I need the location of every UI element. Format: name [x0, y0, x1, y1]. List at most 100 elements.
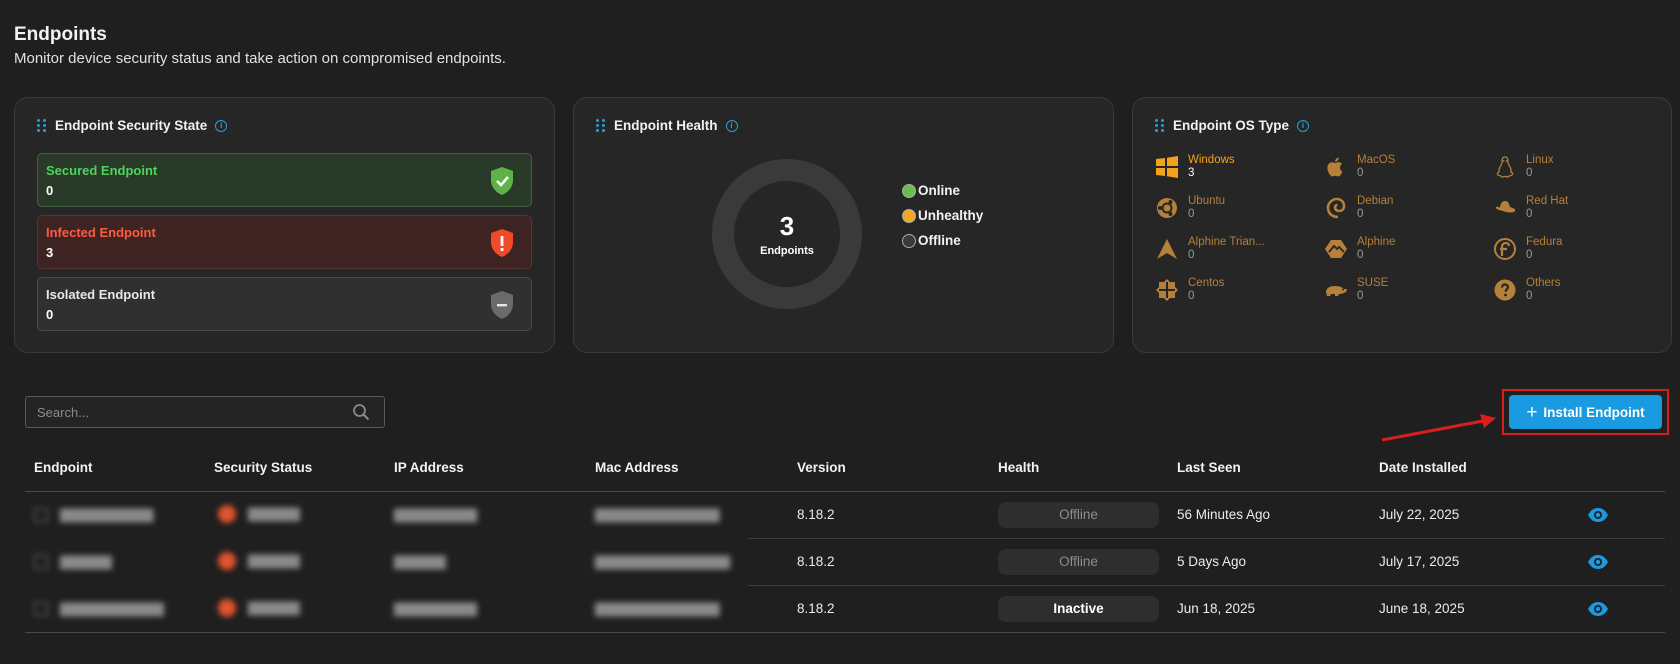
- os-name: Ubuntu: [1188, 195, 1226, 207]
- view-eye-icon[interactable]: [1587, 506, 1609, 524]
- infected-label: Infected Endpoint: [46, 225, 156, 240]
- legend-online[interactable]: Online: [902, 178, 983, 203]
- os-count: 0: [1357, 290, 1364, 302]
- alpine-triangle-icon: [1157, 239, 1177, 259]
- health-legend: Online Unhealthy Offline: [902, 178, 983, 253]
- col-ip-address[interactable]: IP Address: [394, 460, 464, 475]
- os-ubuntu[interactable]: Ubuntu 0: [1155, 195, 1315, 225]
- page-title: Endpoints: [14, 24, 107, 45]
- version-cell: 8.18.2: [797, 554, 835, 569]
- endpoints-table: Endpoint Security Status IP Address Mac …: [25, 448, 1665, 633]
- drag-handle-icon[interactable]: [37, 118, 47, 133]
- col-version[interactable]: Version: [797, 460, 846, 475]
- search-input[interactable]: [25, 396, 385, 428]
- redacted-status: ▇▇▇▇▇: [218, 505, 300, 523]
- os-linux[interactable]: Linux 0: [1493, 154, 1653, 184]
- date-installed-cell: June 18, 2025: [1379, 601, 1465, 616]
- last-seen-cell: 56 Minutes Ago: [1177, 507, 1271, 522]
- isolated-count: 0: [46, 307, 54, 322]
- col-security-status[interactable]: Security Status: [214, 460, 312, 475]
- windows-icon: [1156, 156, 1178, 178]
- legend-label: Online: [918, 183, 961, 198]
- legend-label: Offline: [918, 233, 961, 248]
- card-title: Endpoint OS Type: [1173, 118, 1289, 133]
- table-row[interactable]: ▇▇▇▇▇▇▇▇▇▇ ▇▇▇▇▇ ▇▇▇▇▇▇▇▇ ▇▇▇▇▇▇▇▇▇▇▇▇ 8…: [25, 586, 1665, 633]
- unhealthy-dot-icon: [902, 208, 916, 223]
- os-name: Linux: [1526, 154, 1554, 166]
- view-eye-icon[interactable]: [1587, 600, 1609, 618]
- os-redhat[interactable]: Red Hat 0: [1493, 195, 1653, 225]
- os-windows[interactable]: Windows 3: [1155, 154, 1315, 184]
- offline-dot-icon: [902, 233, 916, 248]
- redacted-ip: ▇▇▇▇▇▇▇▇: [394, 601, 478, 616]
- version-cell: 8.18.2: [797, 507, 835, 522]
- infected-count: 3: [46, 245, 54, 260]
- drag-handle-icon[interactable]: [1155, 118, 1165, 133]
- install-endpoint-label: Install Endpoint: [1543, 404, 1645, 420]
- redhat-icon: [1495, 201, 1516, 213]
- os-fedora[interactable]: Fedura 0: [1493, 236, 1653, 266]
- os-name: Others: [1526, 277, 1561, 289]
- infected-endpoint-box[interactable]: Infected Endpoint 3: [37, 215, 532, 269]
- col-mac-address[interactable]: Mac Address: [595, 460, 679, 475]
- health-badge: Offline: [998, 549, 1159, 575]
- linux-icon: [1496, 156, 1514, 178]
- install-endpoint-button[interactable]: + Install Endpoint: [1509, 395, 1662, 429]
- os-count: 0: [1188, 290, 1195, 302]
- endpoint-health-card: Endpoint Health i 3 Endpoints Online Unh…: [573, 97, 1114, 353]
- os-name: Fedura: [1526, 236, 1563, 248]
- redacted-ip: ▇▇▇▇▇▇▇▇: [394, 507, 478, 522]
- os-alpine[interactable]: Alphine 0: [1324, 236, 1484, 266]
- col-endpoint[interactable]: Endpoint: [34, 460, 92, 475]
- os-name: Centos: [1188, 277, 1225, 289]
- view-eye-icon[interactable]: [1587, 553, 1609, 571]
- os-type-card: Endpoint OS Type i Windows 3 MacOS 0 Linux…: [1132, 97, 1672, 353]
- os-count: 0: [1526, 249, 1533, 261]
- redacted-endpoint: ▇▇▇▇▇: [34, 554, 112, 570]
- isolated-endpoint-box[interactable]: Isolated Endpoint 0: [37, 277, 532, 331]
- annotation-arrow-icon: [1381, 414, 1496, 442]
- info-icon[interactable]: i: [215, 119, 228, 132]
- secured-endpoint-box[interactable]: Secured Endpoint 0: [37, 153, 532, 207]
- table-row[interactable]: ▇▇▇▇▇▇▇▇▇ ▇▇▇▇▇ ▇▇▇▇▇▇▇▇ ▇▇▇▇▇▇▇▇▇▇▇▇ 8.…: [25, 492, 1665, 539]
- os-suse[interactable]: SUSE 0: [1324, 277, 1484, 307]
- os-debian[interactable]: Debian 0: [1324, 195, 1484, 225]
- os-centos[interactable]: Centos 0: [1155, 277, 1315, 307]
- os-alpine-triangle[interactable]: Alphine Trian... 0: [1155, 236, 1315, 266]
- total-endpoints-count: 3: [779, 211, 795, 241]
- legend-offline[interactable]: Offline: [902, 228, 983, 253]
- search-icon[interactable]: [352, 403, 370, 421]
- os-count: 0: [1526, 208, 1533, 220]
- os-others[interactable]: Others 0: [1493, 277, 1653, 307]
- redacted-ip: ▇▇▇▇▇: [394, 554, 446, 569]
- os-name: Windows: [1188, 154, 1235, 166]
- redacted-status: ▇▇▇▇▇: [218, 599, 300, 617]
- health-badge: Offline: [998, 502, 1159, 528]
- info-icon[interactable]: i: [725, 119, 738, 132]
- legend-unhealthy[interactable]: Unhealthy: [902, 203, 983, 228]
- info-icon[interactable]: i: [1297, 119, 1309, 132]
- date-installed-cell: July 17, 2025: [1379, 554, 1460, 569]
- redacted-mac: ▇▇▇▇▇▇▇▇▇▇▇▇: [595, 601, 720, 616]
- os-macos[interactable]: MacOS 0: [1324, 154, 1484, 184]
- redacted-mac: ▇▇▇▇▇▇▇▇▇▇▇▇: [595, 507, 720, 522]
- health-donut-chart: 3 Endpoints: [712, 159, 862, 309]
- minus-shield-icon: [491, 291, 513, 319]
- security-state-card: Endpoint Security State i Secured Endpoi…: [14, 97, 555, 353]
- col-date-installed[interactable]: Date Installed: [1379, 460, 1467, 475]
- version-cell: 8.18.2: [797, 601, 835, 616]
- alpine-icon: [1325, 240, 1347, 258]
- col-last-seen[interactable]: Last Seen: [1177, 460, 1241, 475]
- total-endpoints-label: Endpoints: [760, 245, 814, 257]
- col-health[interactable]: Health: [998, 460, 1039, 475]
- apple-icon: [1327, 157, 1343, 177]
- drag-handle-icon[interactable]: [596, 118, 606, 133]
- os-name: Alphine: [1357, 236, 1396, 248]
- card-title: Endpoint Security State: [55, 118, 208, 133]
- isolated-label: Isolated Endpoint: [46, 287, 156, 302]
- table-row[interactable]: ▇▇▇▇▇ ▇▇▇▇▇ ▇▇▇▇▇ ▇▇▇▇▇▇▇▇▇▇▇▇▇ 8.18.2 O…: [25, 539, 1665, 586]
- redacted-endpoint: ▇▇▇▇▇▇▇▇▇▇: [34, 601, 164, 617]
- centos-icon: [1156, 279, 1178, 301]
- question-icon: [1494, 279, 1516, 301]
- health-badge: Inactive: [998, 596, 1159, 622]
